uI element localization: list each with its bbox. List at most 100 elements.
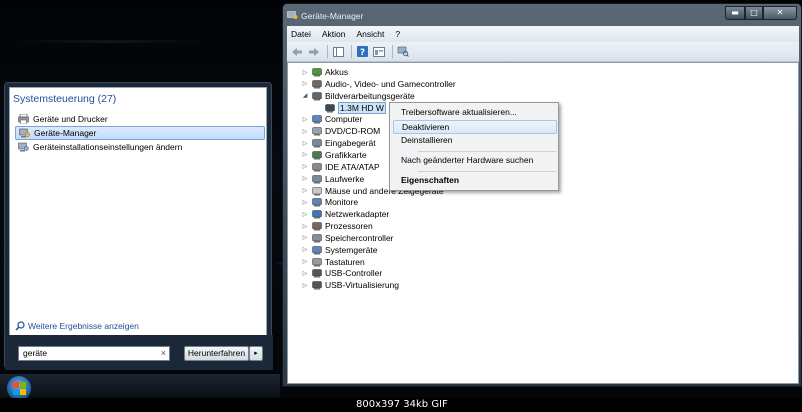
shutdown-button[interactable]: Herunterfahren	[184, 346, 249, 361]
battery-icon	[312, 67, 322, 77]
maximize-button[interactable]: □	[745, 6, 763, 20]
expand-arrow-icon[interactable]: ▷	[300, 270, 310, 277]
webcam-icon	[325, 103, 335, 113]
shutdown-options-button[interactable]: ▸	[249, 346, 263, 361]
tree-item-label: Systemgeräte	[325, 244, 378, 255]
tree-category-item[interactable]: ▷ Speichercontroller	[300, 232, 394, 244]
more-results-link[interactable]: Weitere Ergebnisse anzeigen	[15, 321, 139, 331]
forward-button[interactable]	[307, 45, 321, 58]
tree-category-item[interactable]: ▷ Akkus	[300, 66, 348, 78]
tree-item-label: DVD/CD-ROM	[325, 126, 381, 137]
results-header: Systemsteuerung (27)	[13, 93, 117, 105]
tree-item-label: Audio-, Video- und Gamecontroller	[325, 78, 456, 89]
result-device-manager[interactable]: Geräte-Manager	[15, 126, 265, 140]
clear-search-icon[interactable]: ×	[161, 347, 166, 360]
tree-category-item[interactable]: ▷ Tastaturen	[300, 256, 365, 268]
tree-category-item[interactable]: ▷ Audio-, Video- und Gamecontroller	[300, 78, 456, 90]
keyboard-icon	[312, 257, 322, 267]
tree-category-item[interactable]: ▷ Computer	[300, 113, 363, 125]
tree-category-item[interactable]: ▷ USB-Virtualisierung	[300, 279, 399, 291]
expand-arrow-icon[interactable]: ▷	[300, 282, 310, 289]
result-device-installation-settings[interactable]: Geräteinstallationseinstellungen ändern	[15, 140, 265, 154]
expand-arrow-icon[interactable]: ▷	[300, 246, 310, 253]
arrow-right-icon	[309, 47, 319, 56]
help-button[interactable]: ?	[355, 45, 369, 58]
tree-category-item[interactable]: ▷ IDE ATA/ATAP	[300, 161, 380, 173]
result-label: Geräte-Manager	[34, 128, 97, 138]
expand-arrow-icon[interactable]: ▷	[300, 175, 310, 182]
expand-arrow-icon[interactable]: ▷	[300, 163, 310, 170]
device-manager-icon	[19, 128, 30, 138]
menu-scan-hardware[interactable]: Nach geänderter Hardware suchen	[393, 154, 557, 168]
tree-category-item[interactable]: ▷ Systemgeräte	[300, 244, 378, 256]
expand-arrow-icon[interactable]: ▷	[300, 234, 310, 241]
tree-category-item[interactable]: ▷ Monitore	[300, 196, 358, 208]
tree-category-item[interactable]: ▷ Prozessoren	[300, 220, 373, 232]
expand-arrow-icon[interactable]: ▷	[300, 223, 310, 230]
help-icon: ?	[356, 46, 368, 57]
tree-item-label: 1.3M HD W	[338, 101, 386, 114]
tree-category-item[interactable]: ◢ Bildverarbeitungsgeräte	[300, 90, 415, 102]
window-title: Geräte-Manager	[301, 11, 364, 21]
toolbar-separator	[392, 45, 393, 58]
expand-arrow-icon[interactable]: ▷	[300, 116, 310, 123]
menu-disable[interactable]: Deaktivieren	[393, 120, 557, 134]
menu-bar: Datei Aktion Ansicht ?	[287, 26, 799, 42]
display-adapter-icon	[312, 150, 322, 160]
tree-category-item[interactable]: ▷ Netzwerkadapter	[300, 208, 390, 220]
result-label: Geräteinstallationseinstellungen ändern	[33, 142, 183, 152]
tree-item-label: IDE ATA/ATAP	[325, 161, 380, 172]
tree-category-item[interactable]: ▷ Grafikkarte	[300, 149, 367, 161]
menu-uninstall[interactable]: Deinstallieren	[393, 134, 557, 148]
computer-icon	[312, 114, 322, 124]
menu-help[interactable]: ?	[395, 29, 400, 39]
expand-arrow-icon[interactable]: ▷	[300, 151, 310, 158]
dvd-icon	[312, 126, 322, 136]
expand-arrow-icon[interactable]: ▷	[300, 211, 310, 218]
expand-arrow-icon[interactable]: ▷	[300, 140, 310, 147]
tree-device-item[interactable]: 1.3M HD W	[313, 101, 386, 114]
properties-button[interactable]	[372, 45, 386, 58]
monitor-icon	[312, 197, 322, 207]
expand-arrow-icon[interactable]: ▷	[300, 69, 310, 76]
collapse-arrow-icon[interactable]: ◢	[300, 92, 310, 99]
close-button[interactable]: ✕	[763, 6, 797, 20]
tree-item-label: USB-Controller	[325, 268, 383, 279]
console-tree-icon	[332, 46, 344, 57]
menu-update-driver[interactable]: Treibersoftware aktualisieren...	[393, 106, 557, 120]
menu-action[interactable]: Aktion	[322, 29, 346, 39]
menu-separator	[418, 171, 556, 172]
expand-arrow-icon[interactable]: ▷	[300, 128, 310, 135]
title-bar[interactable]: Geräte-Manager ▬ □ ✕	[283, 4, 801, 26]
search-input[interactable]: geräte ×	[18, 346, 170, 361]
show-hide-tree-button[interactable]	[331, 45, 345, 58]
expand-arrow-icon[interactable]: ▷	[300, 80, 310, 87]
menu-properties[interactable]: Eigenschaften	[393, 174, 557, 188]
expand-arrow-icon[interactable]: ▷	[300, 258, 310, 265]
back-button[interactable]	[290, 45, 304, 58]
context-menu: Treibersoftware aktualisieren... Deaktiv…	[389, 102, 559, 191]
result-devices-and-printers[interactable]: Geräte und Drucker	[15, 112, 265, 126]
scan-hardware-button[interactable]	[396, 45, 410, 58]
minimize-button[interactable]: ▬	[725, 6, 745, 20]
tree-category-item[interactable]: ▷ DVD/CD-ROM	[300, 125, 381, 137]
tree-category-item[interactable]: ▷ Laufwerke	[300, 173, 365, 185]
ide-icon	[312, 162, 322, 172]
menu-file[interactable]: Datei	[291, 29, 311, 39]
storage-icon	[312, 233, 322, 243]
tree-category-item[interactable]: ▷ Eingabegerät	[300, 137, 376, 149]
tree-category-item[interactable]: ▷ USB-Controller	[300, 267, 382, 279]
mouse-icon	[312, 186, 322, 196]
more-results-label: Weitere Ergebnisse anzeigen	[28, 321, 139, 331]
scan-hardware-icon	[397, 46, 409, 57]
system-icon	[312, 245, 322, 255]
camera-icon	[312, 91, 322, 101]
search-icon	[15, 321, 25, 331]
tree-item-label: Eingabegerät	[325, 138, 376, 149]
menu-separator	[418, 151, 556, 152]
tree-item-label: Computer	[325, 114, 363, 125]
expand-arrow-icon[interactable]: ▷	[300, 187, 310, 194]
menu-view[interactable]: Ansicht	[356, 29, 384, 39]
expand-arrow-icon[interactable]: ▷	[300, 199, 310, 206]
usb-icon	[312, 280, 322, 290]
